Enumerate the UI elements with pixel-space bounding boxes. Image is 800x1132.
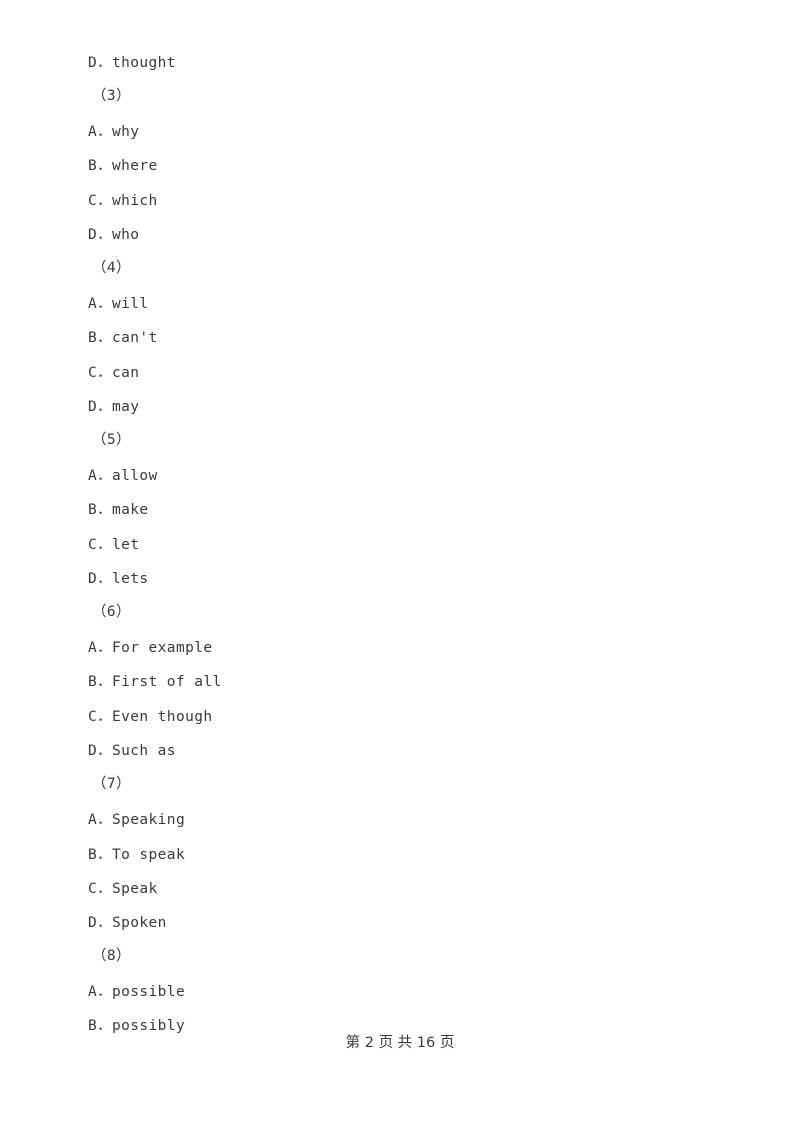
question-number: （6） <box>92 604 131 620</box>
answer-option: B．First of all <box>88 674 222 690</box>
answer-option: D．who <box>88 227 140 243</box>
question-number: （7） <box>92 776 131 792</box>
document-page: D．thought （3） A．why B．where C．which D．who （4） A… <box>0 0 800 1132</box>
answer-option: C．which <box>88 193 158 209</box>
question-number: （3） <box>92 88 131 104</box>
answer-option: C．Even though <box>88 709 213 725</box>
answer-option: A．possible <box>88 984 186 1000</box>
answer-option: D．thought <box>88 55 176 71</box>
answer-option: D．lets <box>88 571 149 587</box>
answer-option: D．Spoken <box>88 915 167 931</box>
answer-option: A．allow <box>88 468 158 484</box>
question-number: （5） <box>92 432 131 448</box>
answer-option: A．Speaking <box>88 812 186 828</box>
answer-option: B．make <box>88 502 149 518</box>
answer-option: A．will <box>88 296 149 312</box>
answer-option: C．let <box>88 537 140 553</box>
question-number: （8） <box>92 948 131 964</box>
answer-option: D．may <box>88 399 140 415</box>
page-footer: 第 2 页 共 16 页 <box>345 1035 455 1051</box>
question-number: （4） <box>92 260 131 276</box>
answer-option: A．why <box>88 124 140 140</box>
answer-option: B．where <box>88 158 158 174</box>
answer-option: C．can <box>88 365 140 381</box>
answer-option: B．To speak <box>88 847 186 863</box>
answer-option: C．Speak <box>88 881 158 897</box>
answer-option: D．Such as <box>88 743 176 759</box>
answer-option: A．For example <box>88 640 213 656</box>
answer-option: B．can't <box>88 330 158 346</box>
